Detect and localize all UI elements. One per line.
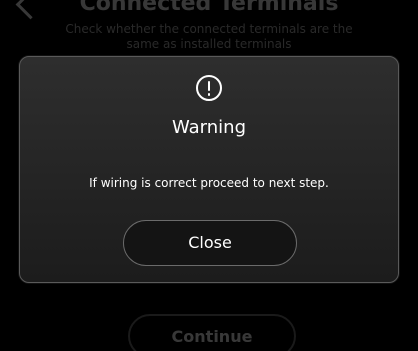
alert-circle-icon [196,75,222,101]
dialog-title: Warning [171,117,246,138]
dialog-message: If wiring is correct proceed to next ste… [89,176,329,190]
continue-button[interactable]: Continue [128,314,296,351]
page-title: Connected Terminals [79,0,339,16]
screen: Connected Terminals Check whether the co… [0,0,418,351]
warning-dialog: Warning If wiring is correct proceed to … [19,56,399,283]
page-subtitle: Check whether the connected terminals ar… [65,22,353,51]
close-button[interactable]: Close [123,220,297,266]
